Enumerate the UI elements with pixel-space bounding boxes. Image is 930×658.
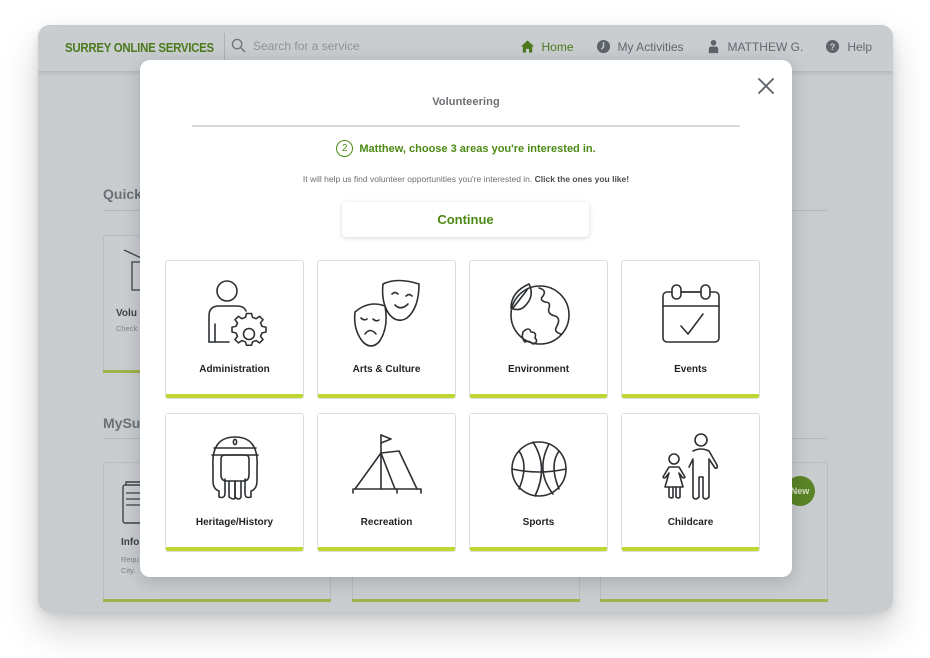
category-label: Arts & Culture [352,364,421,375]
volunteering-modal: Volunteering 2 Matthew, choose 3 areas y… [140,60,792,577]
modal-divider [192,125,740,127]
quick-card-title: Volu [116,308,137,319]
category-label: Events [674,364,707,375]
search-input[interactable] [253,38,413,53]
search-bar [231,38,413,53]
nav-my-activities[interactable]: My Activities [596,39,684,54]
admin-person-gear-icon [207,280,267,347]
category-tile-environment[interactable]: Environment [469,260,608,399]
quick-card-desc: Check [116,324,138,333]
adult-child-icon [661,433,718,500]
tile-accent-bar [166,394,303,398]
pharaoh-icon [210,436,259,500]
category-tile-recreation[interactable]: Recreation [317,413,456,552]
category-label: Childcare [667,517,714,528]
info-card-desc-2: City. [121,566,136,575]
category-tile-events[interactable]: Events [621,260,760,399]
nav-help-label: Help [847,39,872,54]
step-text: Matthew, choose 3 areas you're intereste… [359,142,596,155]
nav-user-account[interactable]: MATTHEW G. [706,39,804,54]
calendar-check-icon [661,284,720,343]
category-label: Environment [507,364,570,375]
helper-text-regular: It will help us find volunteer opportuni… [302,174,535,184]
nav-home-label: Home [541,39,574,54]
modal-title: Volunteering [432,96,500,108]
helper-text-bold: Click the ones you like! [534,174,630,184]
basketball-icon [510,441,567,497]
tile-accent-bar [622,394,759,398]
helper-text: It will help us find volunteer opportuni… [140,174,792,184]
category-label: Administration [199,364,270,375]
category-tile-sports[interactable]: Sports [469,413,608,552]
earth-leaf-icon [509,283,570,345]
card-accent-bar [352,599,580,602]
search-icon [231,38,246,53]
tile-accent-bar [318,547,455,551]
help-icon: ? [826,39,840,54]
svg-text:?: ? [830,42,836,52]
info-card-desc-1: Requ [121,555,139,564]
user-icon [708,39,718,54]
quick-links-heading: Quick [103,186,142,202]
theater-masks-icon [353,279,420,347]
card-accent-bar [600,599,828,602]
category-tile-administration[interactable]: Administration [165,260,304,399]
info-card-title: Info [121,537,140,548]
tent-flag-icon [351,434,422,494]
nav-my-activities-label: My Activities [617,39,684,54]
nav-user-label: MATTHEW G. [727,39,804,54]
category-label: Sports [522,517,555,528]
nav-home[interactable]: Home [520,39,574,54]
tile-accent-bar [318,394,455,398]
step-instruction: 2 Matthew, choose 3 areas you're interes… [140,140,792,157]
nav-links: Home My Activities MATTHEW G. ? Help [498,39,872,54]
category-label: Heritage/History [195,517,274,528]
tile-accent-bar [470,547,607,551]
card-accent-bar [103,599,331,602]
category-tile-arts-culture[interactable]: Arts & Culture [317,260,456,399]
nav-help[interactable]: ? Help [825,39,872,54]
close-icon[interactable] [756,76,776,96]
home-icon [520,40,534,53]
category-label: Recreation [360,517,413,528]
tile-accent-bar [166,547,303,551]
tile-accent-bar [622,547,759,551]
category-tile-childcare[interactable]: Childcare [621,413,760,552]
clock-icon [596,39,610,54]
brand-logo[interactable]: SURREY ONLINE SERVICES [65,40,214,55]
step-number-badge: 2 [336,140,354,157]
category-tile-heritage-history[interactable]: Heritage/History [165,413,304,552]
continue-button[interactable]: Continue [342,202,589,237]
tile-accent-bar [470,394,607,398]
mysurrey-heading: MySu [103,415,141,431]
